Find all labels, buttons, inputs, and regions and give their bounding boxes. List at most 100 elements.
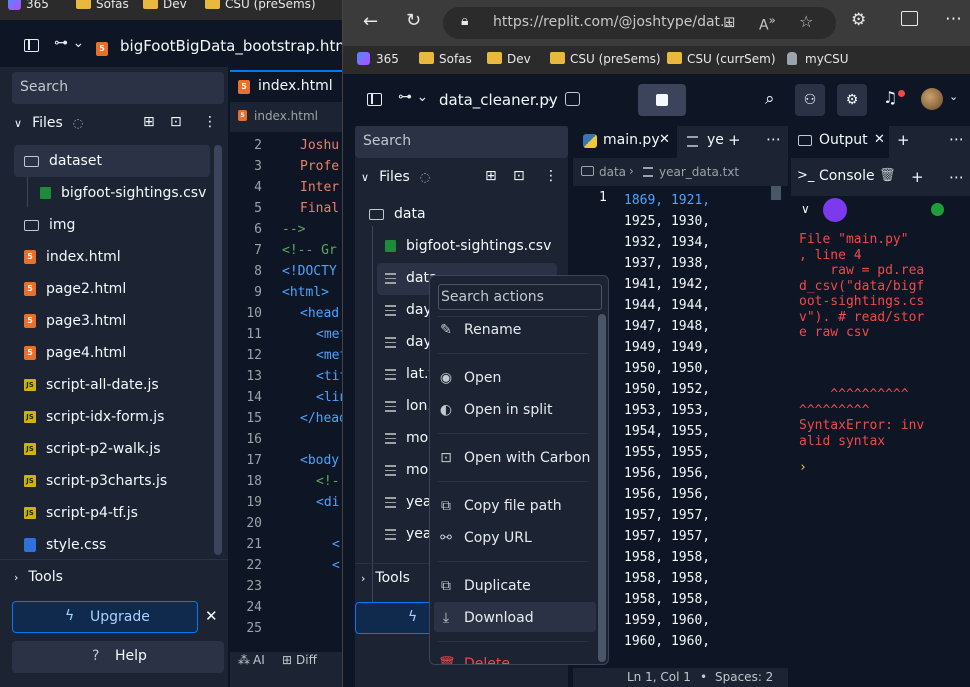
sidebar-toggle-icon[interactable] [24, 39, 39, 52]
bookmark-sofas[interactable]: Sofas [419, 52, 472, 66]
repl-resources-icon[interactable] [565, 92, 580, 106]
menu-item-duplicate[interactable]: ⧉ Duplicate [438, 578, 531, 594]
menu-item-copy-path[interactable]: ⧉ Copy file path [438, 498, 562, 514]
new-folder-icon[interactable]: ⊡ [513, 168, 525, 184]
close-tab-icon[interactable]: ✕ [659, 132, 670, 147]
bookmark-365[interactable]: 365 [357, 52, 399, 66]
bookmark-csu-currsem[interactable]: CSU (currSem) [667, 52, 776, 66]
close-upgrade-icon[interactable]: ✕ [205, 607, 218, 625]
bookmark-dev[interactable]: Dev [143, 0, 187, 11]
help-button[interactable]: ? Help [12, 641, 224, 673]
upgrade-button[interactable]: ϟ Upgrade [12, 601, 198, 633]
menu-item-download[interactable]: ⤓ Download [438, 610, 534, 626]
refresh-icon[interactable]: ↻ [406, 10, 421, 31]
sidebar-scrollbar[interactable] [214, 145, 222, 555]
menu-scrollbar[interactable] [598, 314, 606, 662]
tab-console[interactable]: >_ Console 🗑︎ [791, 164, 903, 192]
pane-menu-icon[interactable]: ⋯ [766, 130, 781, 148]
split-screen-icon[interactable] [901, 11, 918, 26]
read-aloud-icon[interactable]: A» [759, 13, 776, 34]
avatar[interactable] [921, 88, 943, 110]
tree-item-script-p4-tf[interactable]: JS script-p4-tf.js [24, 505, 138, 521]
stop-button[interactable] [638, 84, 686, 116]
tree-item-img[interactable]: img [24, 217, 75, 233]
tab-output[interactable]: Output ✕ [791, 126, 889, 158]
bookmark-dev[interactable]: Dev [487, 52, 531, 66]
tree-item-page2[interactable]: 5 page2.html [24, 281, 126, 297]
app-available-icon[interactable]: ⊞ [723, 13, 736, 31]
pane-menu-icon[interactable]: ⋯ [949, 168, 964, 186]
bookmark-sofas[interactable]: Sofas [76, 0, 129, 11]
text-file-icon [385, 272, 396, 284]
console-body[interactable]: ∨ File "main.py", line 4 raw = pd.rea d_c… [791, 196, 970, 687]
new-tab-icon[interactable]: + [897, 131, 910, 149]
line-number: 25 [246, 621, 262, 636]
favorite-star-icon[interactable]: ☆ [799, 12, 813, 31]
bookmark-csu-presems[interactable]: CSU (preSems) [205, 0, 316, 11]
file-title[interactable]: bigFootBigData_bootstrap.html [120, 37, 354, 55]
console-prompt[interactable]: › [799, 460, 807, 475]
address-bar[interactable]: 🔒︎ https://replit.com/@joshtype/dat... ⊞… [443, 7, 836, 39]
files-header[interactable]: ∨ Files ◌ [14, 115, 83, 131]
bookmark-csu-presems[interactable]: CSU (preSems) [550, 52, 661, 66]
editor-tab-index[interactable]: 5 index.html [230, 70, 345, 102]
bookmark-mycsu[interactable]: myCSU [787, 52, 849, 66]
title-chevron-icon[interactable]: ⌄ [545, 91, 554, 104]
menu-item-copy-url[interactable]: ⚯ Copy URL [438, 530, 532, 546]
upgrade-button[interactable]: ϟ [355, 602, 435, 634]
tree-item-index-html[interactable]: 5 index.html [24, 249, 121, 265]
more-options-icon[interactable]: ⋮ [203, 114, 217, 130]
tools-section[interactable]: › Tools [361, 570, 410, 586]
search-input[interactable]: Search [355, 126, 568, 158]
menu-item-open-carbon[interactable]: ⊡ Open with Carbon [438, 450, 590, 466]
editor-scrollbar[interactable] [771, 186, 781, 200]
search-icon[interactable]: ⌕ [765, 89, 775, 109]
close-tab-icon[interactable]: ✕ [874, 132, 885, 147]
menu-item-open[interactable]: ◉ Open [438, 370, 502, 386]
extensions-icon[interactable]: ⚙︎ [851, 10, 866, 30]
tree-item-dataset[interactable]: dataset [24, 153, 102, 169]
back-icon[interactable]: ← [363, 11, 378, 32]
tree-item-script-idx-form[interactable]: JS script-idx-form.js [24, 409, 164, 425]
tree-item-bigfoot-csv[interactable]: bigfoot-sightings.csv [385, 238, 551, 254]
more-options-icon[interactable]: ⋮ [544, 168, 558, 184]
menu-item-rename[interactable]: ✎ Rename [438, 322, 521, 338]
search-input[interactable]: Search [12, 72, 224, 104]
menu-item-delete[interactable]: 🗑︎ Delete [438, 656, 510, 664]
invite-button[interactable]: ⚇ [795, 84, 825, 116]
tree-item-script-p2-walk[interactable]: JS script-p2-walk.js [24, 441, 161, 457]
new-file-icon[interactable]: ⊞ [143, 114, 155, 130]
new-folder-icon[interactable]: ⊡ [170, 114, 182, 130]
tools-section[interactable]: › Tools [14, 569, 63, 585]
notifications-icon[interactable]: ♫ [883, 88, 897, 107]
new-tab-icon[interactable]: + [728, 131, 741, 149]
avatar-chevron-icon[interactable]: ⌄ [949, 90, 958, 103]
menu-search-input[interactable]: Search actions [438, 284, 602, 310]
code-line: </head [300, 411, 347, 426]
workspace-menu-icon[interactable]: ⊶ ⌄ [398, 89, 428, 105]
pane-menu-icon[interactable]: ⋯ [949, 130, 964, 148]
editor-tab-main-py[interactable]: main.py ✕ [573, 126, 677, 158]
editor-code[interactable]: 2 Joshu 3 Profe 4 Inter 5 Final 6 --> 7 <!-- Gr 8 <!D… [230, 132, 347, 652]
console-pane: Output ✕ + ⋯ >_ Console 🗑︎ + ⋯ ∨ File "m… [791, 126, 970, 687]
tree-item-style-css[interactable]: style.css [24, 537, 106, 553]
browser-menu-icon[interactable]: ⋯ [945, 9, 962, 29]
menu-item-open-split[interactable]: ◐ Open in split [438, 402, 553, 418]
sidebar-toggle-icon[interactable] [367, 93, 382, 106]
chevron-down-icon[interactable]: ∨ [801, 202, 810, 216]
deploy-button[interactable]: ⚙︎ [837, 84, 867, 116]
files-header[interactable]: ∨ Files ◌ [361, 169, 430, 185]
tree-item-page3[interactable]: 5 page3.html [24, 313, 126, 329]
tree-item-page4[interactable]: 5 page4.html [24, 345, 126, 361]
trash-icon[interactable]: 🗑︎ [879, 168, 896, 183]
tree-item-script-all-date[interactable]: JS script-all-date.js [24, 377, 159, 393]
tree-item-script-p3charts[interactable]: JS script-p3charts.js [24, 473, 167, 489]
new-file-icon[interactable]: ⊞ [485, 168, 497, 184]
new-tab-icon[interactable]: + [911, 168, 924, 186]
repl-title[interactable]: data_cleaner.py [439, 91, 558, 109]
editor-tab-year-data[interactable]: ye [679, 126, 727, 158]
workspace-menu-icon[interactable]: ⊶ ⌄ [54, 35, 84, 51]
bookmark-365[interactable]: 365 [8, 0, 49, 11]
tree-item-bigfoot-csv[interactable]: bigfoot-sightings.csv [40, 185, 206, 201]
tree-item-data[interactable]: data [369, 206, 426, 222]
